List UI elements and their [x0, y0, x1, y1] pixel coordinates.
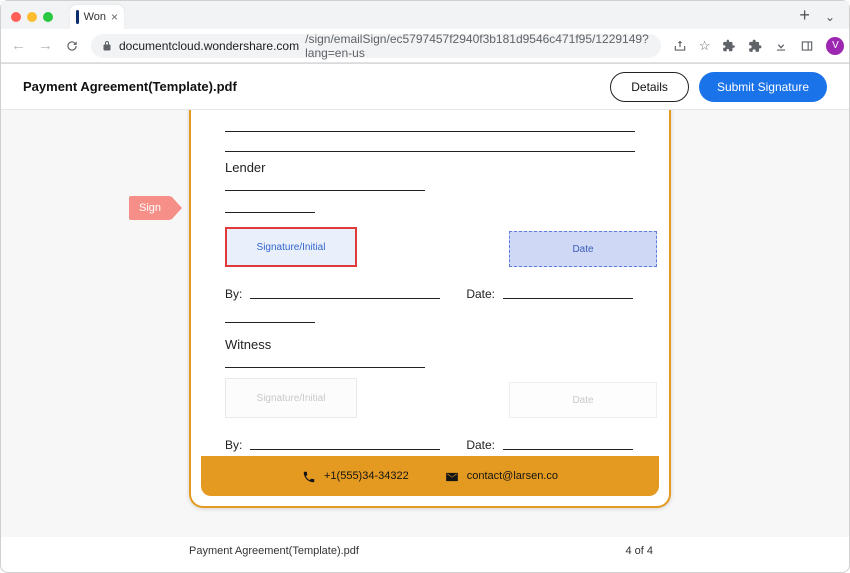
reload-button[interactable]: [65, 37, 79, 54]
date-line: [503, 297, 633, 299]
minimize-window-icon[interactable]: [27, 12, 37, 22]
signature-row-lender: Signature/Initial Date: [225, 227, 635, 267]
window-controls: [11, 12, 53, 22]
extension-puzzle-icon[interactable]: [748, 38, 762, 54]
chrome-actions: ☆ V ⋮: [673, 37, 850, 55]
document-title: Payment Agreement(Template).pdf: [23, 79, 237, 94]
signature-row-witness: Signature/Initial Date: [225, 378, 635, 418]
panel-icon[interactable]: [800, 38, 814, 54]
lock-icon: [101, 39, 113, 53]
address-bar-row: ← → documentcloud.wondershare.com/sign/e…: [1, 29, 849, 63]
by-date-row-witness: By: Date:: [225, 438, 635, 452]
maximize-window-icon[interactable]: [43, 12, 53, 22]
close-window-icon[interactable]: [11, 12, 21, 22]
back-button[interactable]: ←: [11, 37, 26, 54]
email-icon: [445, 468, 459, 484]
tab-title: Won: [84, 11, 106, 23]
by-label: By:: [225, 438, 242, 452]
by-line: [250, 448, 440, 450]
date-line: [503, 448, 633, 450]
date-label: Date:: [466, 438, 495, 452]
extensions-icon[interactable]: [722, 38, 736, 54]
blank-line: [225, 118, 635, 132]
lender-heading: Lender: [225, 160, 635, 175]
document-viewport[interactable]: Sign Lender Signature/Initial Date By: D…: [1, 110, 849, 537]
phone-icon: [302, 468, 316, 484]
by-line: [250, 297, 440, 299]
tabs-chevron-icon[interactable]: ⌄: [825, 10, 835, 24]
favicon-icon: [76, 10, 79, 24]
url-box[interactable]: documentcloud.wondershare.com/sign/email…: [91, 34, 661, 58]
url-path: /sign/emailSign/ec5797457f2940f3b181d954…: [305, 32, 651, 60]
date-field-witness[interactable]: Date: [509, 382, 657, 418]
underline-short: [225, 199, 315, 213]
date-label: Date:: [466, 287, 495, 301]
browser-tab[interactable]: Won ×: [70, 5, 124, 29]
underline: [225, 354, 425, 368]
witness-heading: Witness: [225, 337, 635, 352]
document-footer: +1(555)34-34322 contact@larsen.co: [201, 456, 659, 496]
details-button[interactable]: Details: [610, 72, 689, 102]
profile-avatar[interactable]: V: [826, 37, 844, 55]
forward-button[interactable]: →: [38, 37, 53, 54]
underline-short: [225, 309, 315, 323]
footer-email: contact@larsen.co: [445, 468, 558, 484]
sign-indicator-flag[interactable]: Sign: [129, 196, 171, 220]
status-filename: Payment Agreement(Template).pdf: [189, 545, 359, 557]
app-header: Payment Agreement(Template).pdf Details …: [1, 64, 849, 110]
download-icon[interactable]: [774, 38, 788, 54]
underline: [225, 177, 425, 191]
share-icon[interactable]: [673, 38, 687, 54]
by-date-row-lender: By: Date:: [225, 287, 635, 301]
pdf-page: Lender Signature/Initial Date By: Date: …: [189, 110, 671, 508]
new-tab-button[interactable]: +: [799, 5, 810, 26]
date-field-lender[interactable]: Date: [509, 231, 657, 267]
tab-bar: Won × + ⌄: [1, 1, 849, 29]
signature-field-lender[interactable]: Signature/Initial: [225, 227, 357, 267]
url-host: documentcloud.wondershare.com: [119, 39, 299, 53]
submit-signature-button[interactable]: Submit Signature: [699, 72, 827, 102]
page-indicator: 4 of 4: [625, 545, 653, 557]
browser-chrome: Won × + ⌄ ← → documentcloud.wondershare.…: [1, 1, 849, 64]
by-label: By:: [225, 287, 242, 301]
close-tab-icon[interactable]: ×: [111, 10, 118, 24]
star-icon[interactable]: ☆: [699, 38, 711, 54]
footer-phone: +1(555)34-34322: [302, 468, 409, 484]
signature-field-witness[interactable]: Signature/Initial: [225, 378, 357, 418]
status-bar: Payment Agreement(Template).pdf 4 of 4: [1, 537, 849, 565]
blank-line: [225, 138, 635, 152]
